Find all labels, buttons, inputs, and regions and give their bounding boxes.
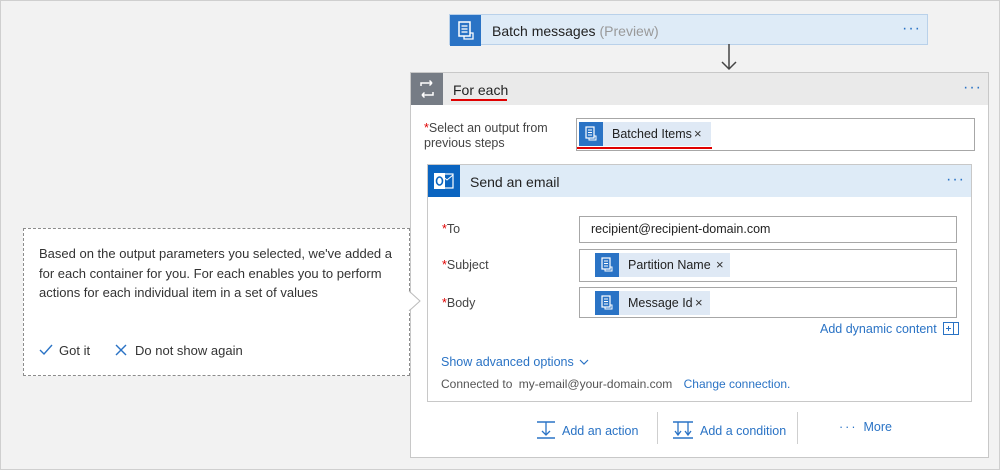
send-email-header[interactable]: Send an email ··· [428,165,971,197]
message-id-token: Message Id × [595,291,710,315]
partition-token-icon [595,253,619,277]
select-output-field[interactable]: Batched Items × [576,118,975,151]
add-dynamic-content-link[interactable]: Add dynamic content [820,322,960,336]
for-each-more-button[interactable]: ··· [963,79,982,97]
for-each-tip-callout: Based on the output parameters you selec… [23,228,410,376]
token-highlight-underline [577,147,712,149]
body-field[interactable]: Message Id × [579,287,957,318]
connected-account: my-email@your-domain.com [518,377,673,391]
connection-info: Connected to my-email@your-domain.com Ch… [441,377,791,391]
for-each-container: For each ··· *Select an output from prev… [410,72,989,458]
to-label: *To [442,222,461,236]
add-action-icon [537,421,555,439]
partition-name-label: Partition Name [628,258,711,272]
add-condition-button[interactable]: Add a condition [672,420,786,440]
tip-message: Based on the output parameters you selec… [39,246,392,300]
remove-partition-name-button[interactable]: × [716,257,724,272]
flow-arrow-icon [721,44,737,71]
batch-messages-card[interactable]: Batch messages (Preview) ··· [449,14,928,46]
chevron-down-icon [579,359,589,365]
remove-batched-items-button[interactable]: × [694,126,702,141]
do-not-show-again-button[interactable]: Do not show again [115,343,243,358]
batched-items-label: Batched Items [612,127,692,141]
outlook-icon [428,165,460,197]
message-token-icon [595,291,619,315]
for-each-header[interactable]: For each ··· [411,73,988,105]
remove-message-id-button[interactable]: × [695,295,703,310]
got-it-button[interactable]: Got it [39,343,90,358]
subject-label: *Subject [442,258,489,272]
batched-items-token: Batched Items × [579,122,711,146]
highlight-underline [451,99,507,101]
body-label: *Body [442,296,476,310]
checkmark-icon [39,344,53,356]
preview-tag: (Preview) [599,23,659,39]
action-divider [657,412,658,444]
send-email-title: Send an email [470,174,560,190]
change-connection-link[interactable]: Change connection. [684,377,791,391]
more-button[interactable]: ··· More [839,420,892,434]
close-icon [115,344,127,356]
add-action-button[interactable]: Add an action [536,420,638,440]
batch-icon [450,15,481,46]
for-each-title: For each [453,82,509,98]
show-advanced-options-link[interactable]: Show advanced options [441,355,589,369]
loop-icon [411,73,443,105]
more-dots-icon: ··· [839,420,858,434]
partition-name-token: Partition Name × [595,253,730,277]
add-condition-icon [673,421,693,439]
to-field[interactable]: recipient@recipient-domain.com [579,216,957,243]
subject-field[interactable]: Partition Name × [579,249,957,282]
message-id-label: Message Id [628,296,693,310]
send-email-more-button[interactable]: ··· [946,171,965,189]
send-email-card: Send an email ··· *To recipient@recipien… [427,164,972,402]
to-value: recipient@recipient-domain.com [591,222,771,236]
add-dynamic-content-icon [943,322,960,335]
select-output-label: *Select an output from previous steps [424,121,548,150]
batch-token-icon [579,122,603,146]
callout-pointer [408,291,421,311]
action-divider [797,412,798,444]
batch-more-button[interactable]: ··· [902,20,921,38]
batch-title: Batch messages (Preview) [492,23,659,39]
